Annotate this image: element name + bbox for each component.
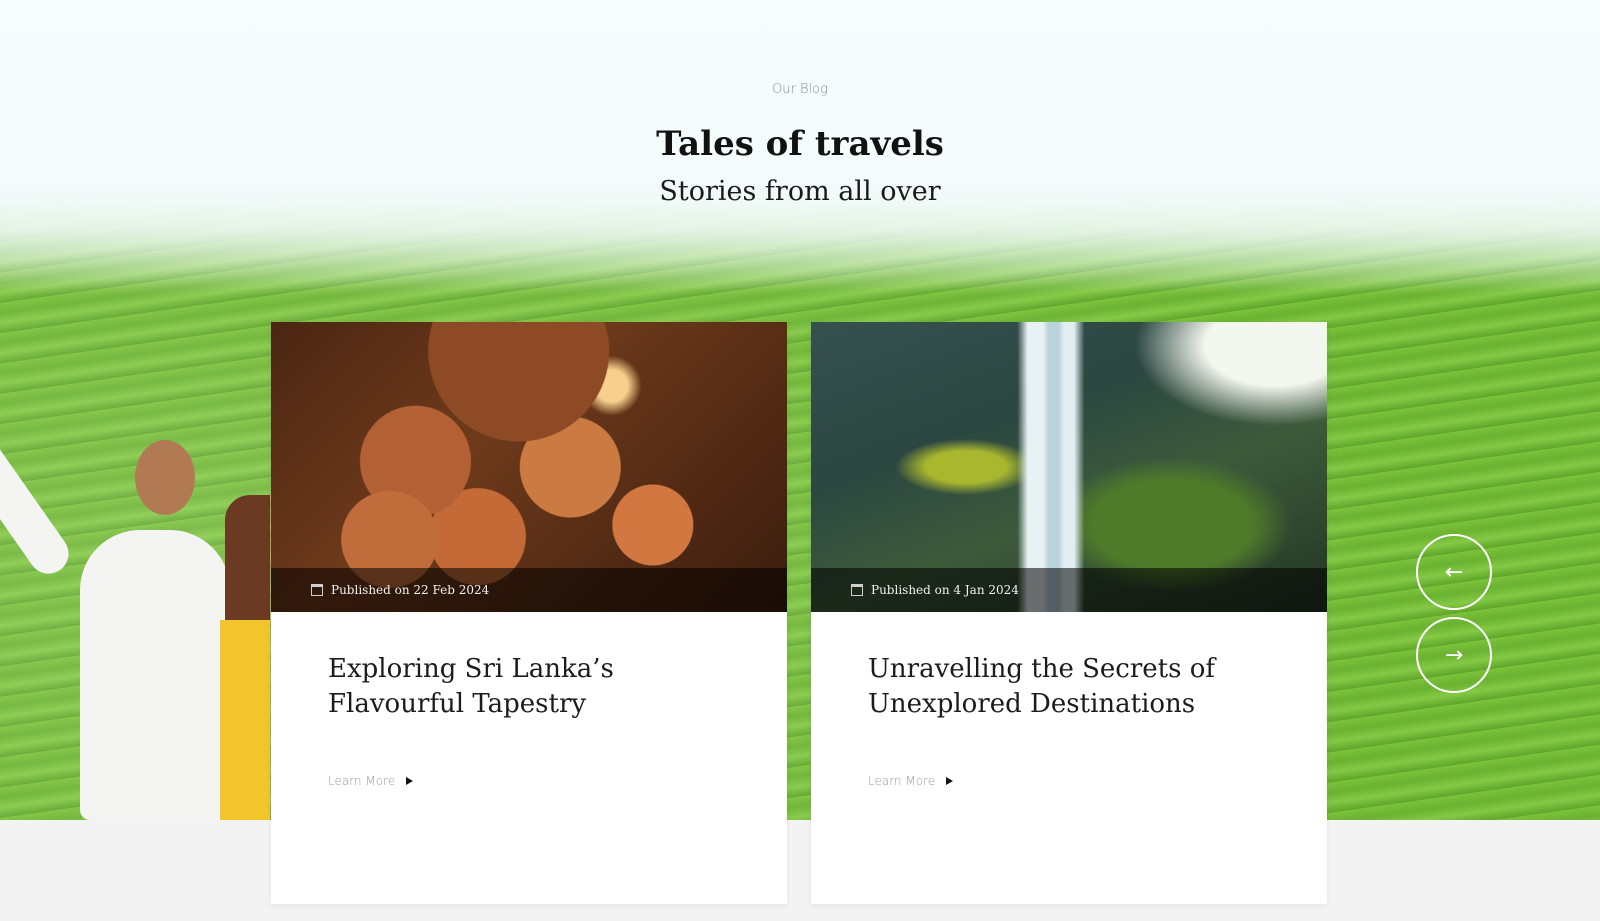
section-subtitle: Stories from all over [659, 176, 941, 207]
calendar-icon [311, 584, 323, 596]
blog-card-body: Exploring Sri Lanka’s Flavourful Tapestr… [271, 612, 787, 789]
play-triangle-icon [406, 777, 414, 785]
learn-more-link[interactable]: Learn More [328, 774, 414, 788]
man-raised-arm [0, 427, 77, 582]
man-shirt [80, 530, 230, 820]
blog-card-body: Unravelling the Secrets of Unexplored De… [811, 612, 1327, 789]
learn-more-link[interactable]: Learn More [868, 774, 954, 788]
section-title: Tales of travels [656, 124, 944, 164]
calendar-icon [851, 584, 863, 596]
blog-card[interactable]: Published on 4 Jan 2024 Unravelling the … [811, 322, 1327, 904]
learn-more-label: Learn More [328, 774, 396, 788]
hero-background [0, 0, 1600, 820]
section-eyebrow: Our Blog [772, 82, 828, 97]
publish-date-bar: Published on 22 Feb 2024 [271, 568, 787, 612]
arrow-right-icon: → [1444, 642, 1464, 668]
man-head [135, 440, 195, 515]
carousel-prev-button[interactable]: ← [1416, 534, 1492, 610]
publish-date: Published on 22 Feb 2024 [331, 583, 490, 597]
arrow-left-icon: ← [1444, 559, 1464, 585]
blog-card-title[interactable]: Exploring Sri Lanka’s Flavourful Tapestr… [328, 652, 731, 744]
blog-card[interactable]: Published on 22 Feb 2024 Exploring Sri L… [271, 322, 787, 904]
carousel-next-button[interactable]: → [1416, 617, 1492, 693]
play-triangle-icon [946, 777, 954, 785]
publish-date-bar: Published on 4 Jan 2024 [811, 568, 1327, 612]
blog-card-image[interactable]: Published on 22 Feb 2024 [271, 322, 787, 612]
learn-more-label: Learn More [868, 774, 936, 788]
publish-date: Published on 4 Jan 2024 [871, 583, 1019, 597]
woman-dress [220, 620, 270, 820]
blog-card-image[interactable]: Published on 4 Jan 2024 [811, 322, 1327, 612]
couple-illustration [0, 420, 270, 820]
blog-card-title[interactable]: Unravelling the Secrets of Unexplored De… [868, 652, 1271, 744]
